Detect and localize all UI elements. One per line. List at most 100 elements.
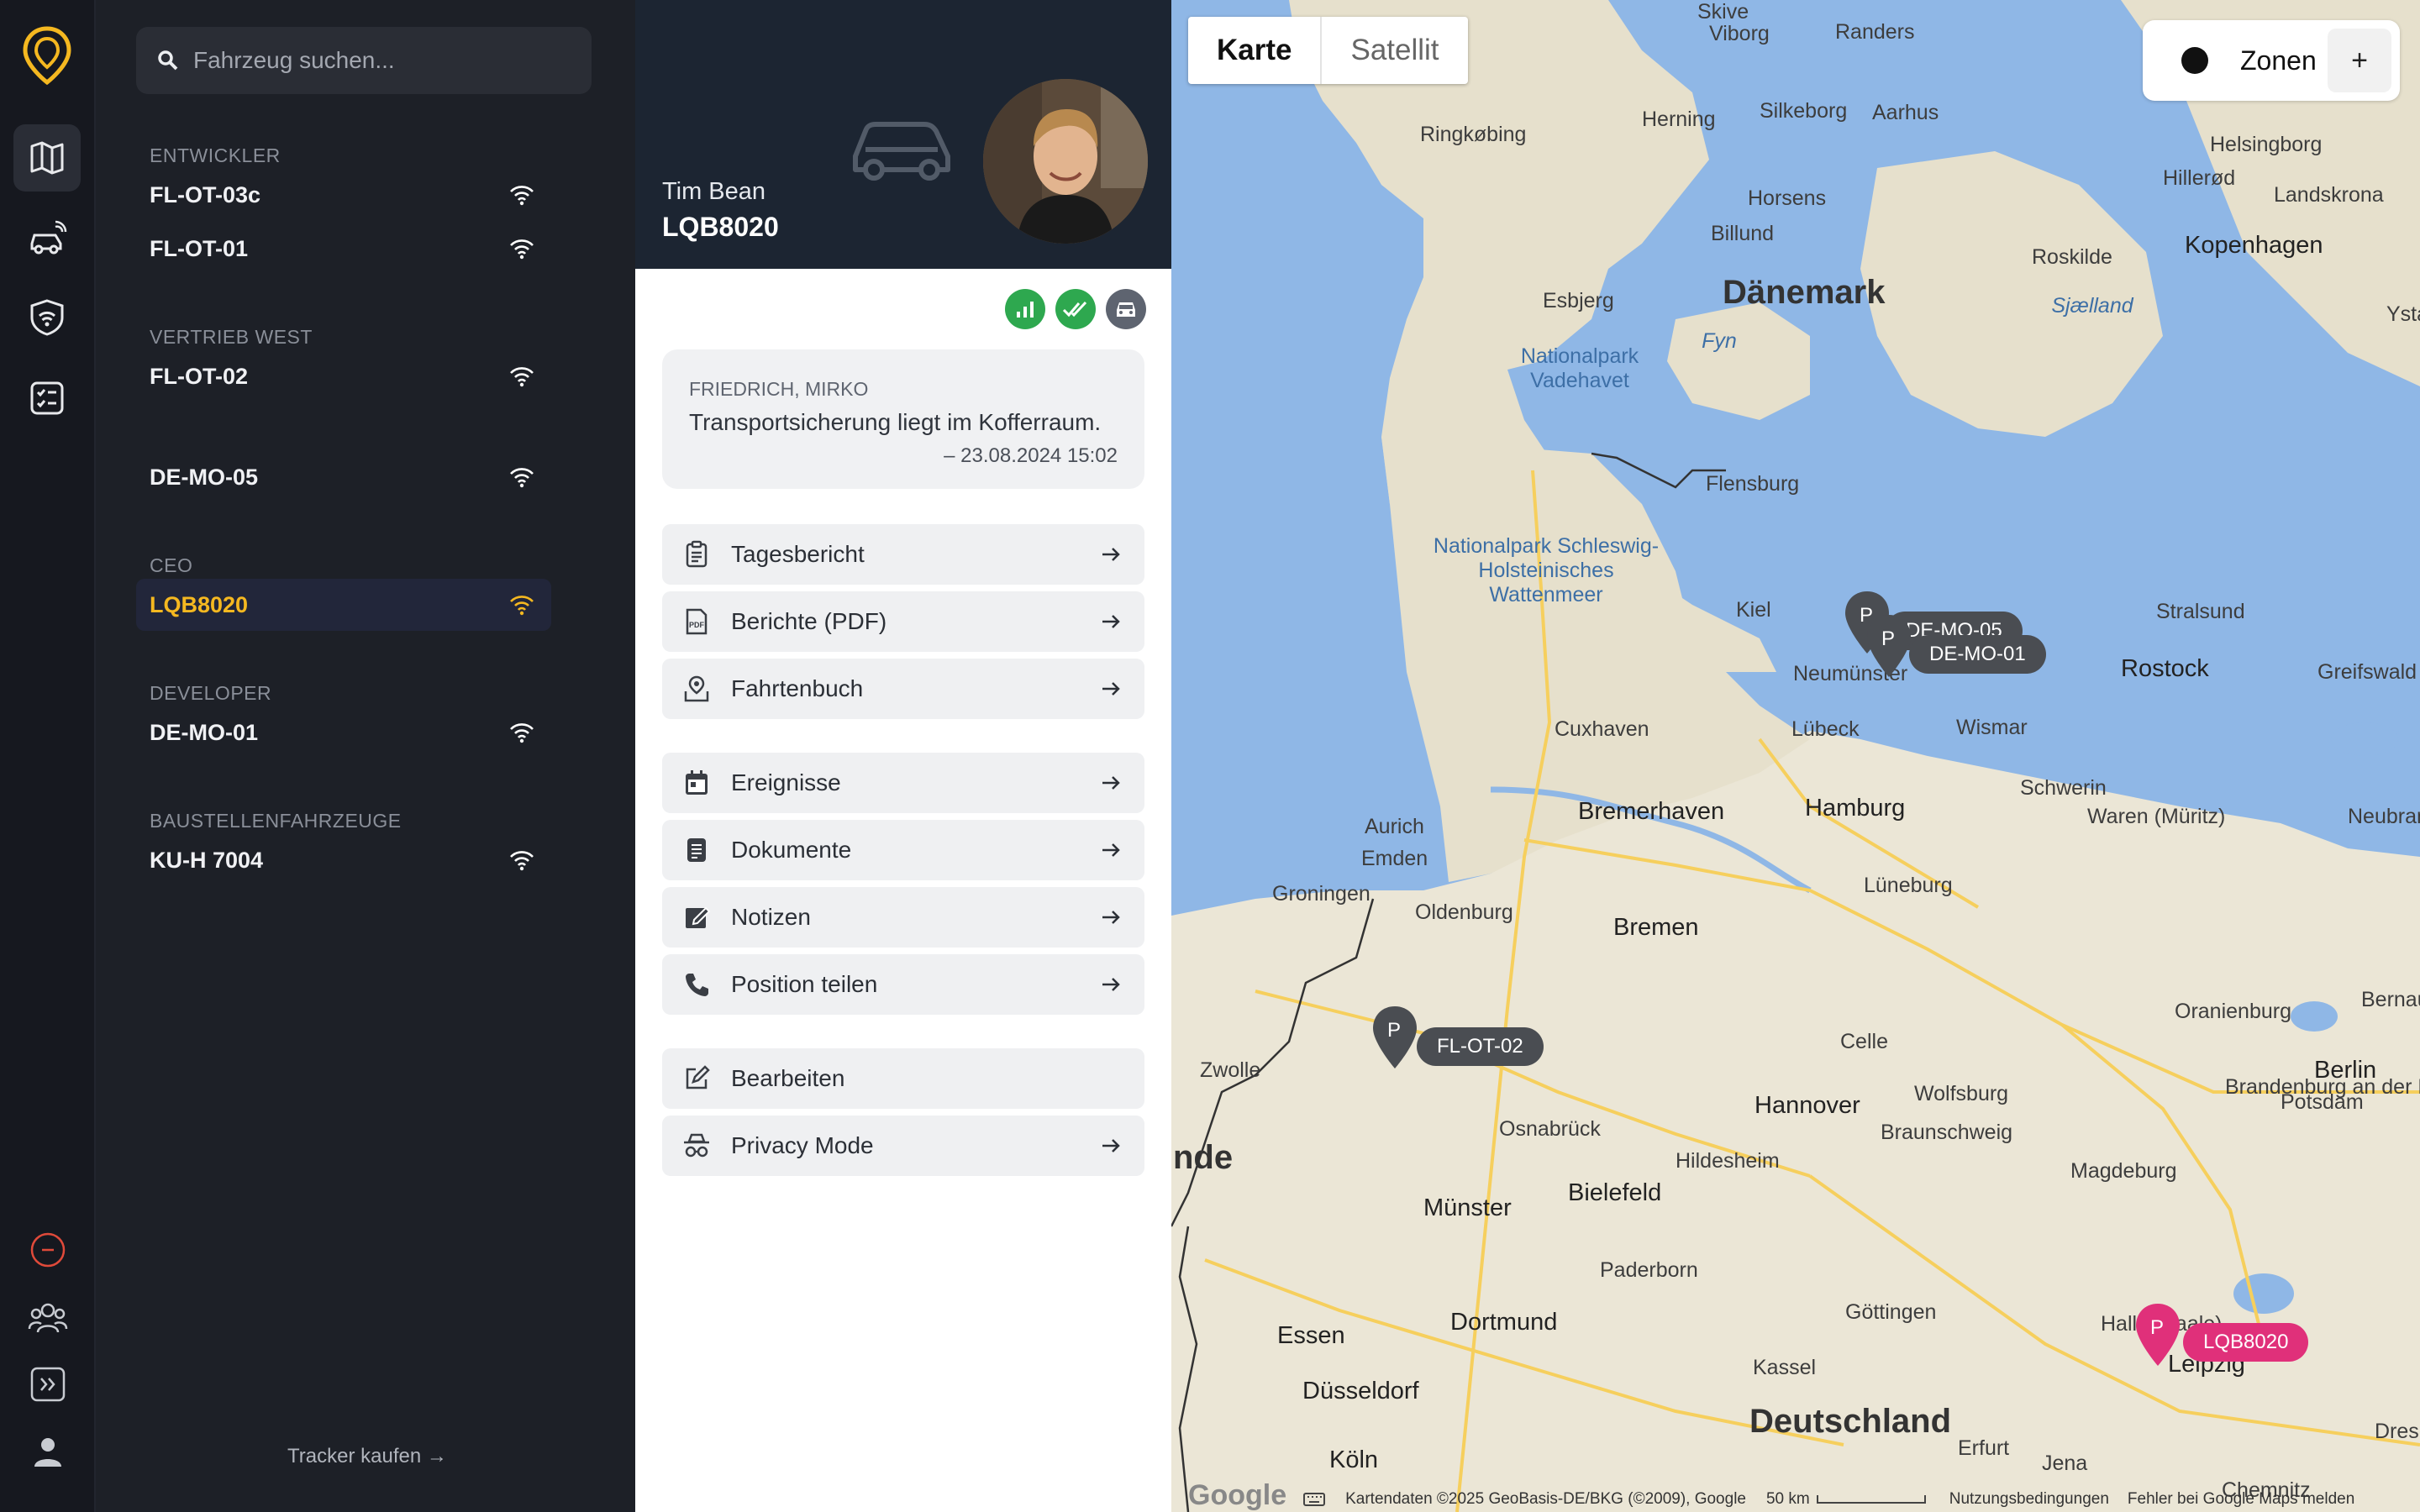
zones-label: Zonen [2240, 45, 2317, 76]
marker-label[interactable]: LQB8020 [2183, 1323, 2309, 1362]
marker-label[interactable]: FL-OT-02 [1417, 1027, 1544, 1066]
menu-label: Notizen [731, 904, 811, 930]
ignition-status[interactable] [1106, 289, 1146, 329]
group-label: BAUSTELLENFAHRZEUGE [150, 810, 402, 832]
menu-notizen[interactable]: Notizen [662, 887, 1144, 948]
city-label: Wismar [1956, 716, 2028, 739]
menu-berichte-pdf[interactable]: PDF Berichte (PDF) [662, 591, 1144, 652]
user-button[interactable] [0, 1433, 96, 1470]
clipboard-icon [686, 540, 708, 568]
nav-trackers-button[interactable] [13, 284, 81, 351]
city-label: Celle [1840, 1030, 1888, 1053]
sync-status[interactable] [1055, 289, 1096, 329]
wifi-icon [510, 186, 534, 206]
map-type-satellit[interactable]: Satellit [1322, 17, 1467, 84]
search-input[interactable] [193, 47, 563, 74]
marker-label[interactable]: DE-MO-01 [1909, 635, 2046, 674]
map-type-karte[interactable]: Karte [1188, 17, 1323, 84]
map-view[interactable]: Karte Satellit Zonen + Dänemark Deutschl… [1171, 0, 2420, 1512]
nav-vehicles-button[interactable] [13, 205, 81, 272]
city-label: Oldenburg [1415, 900, 1513, 924]
city-label: Düsseldorf [1302, 1378, 1419, 1404]
status-icons [1005, 289, 1146, 329]
city-label: Wolfsburg [1914, 1082, 2009, 1105]
city-label: Kassel [1753, 1356, 1817, 1379]
incognito-icon [684, 1133, 709, 1158]
map-icon [30, 141, 64, 175]
double-check-icon [1062, 301, 1087, 318]
arrow-right-icon [1102, 978, 1120, 991]
search-box[interactable] [136, 27, 592, 94]
map-pin-icon[interactable]: P [2133, 1302, 2183, 1368]
phone-icon [686, 974, 708, 996]
keyboard-icon[interactable] [1303, 1492, 1326, 1507]
menu-bearbeiten[interactable]: Bearbeiten [662, 1048, 1144, 1109]
water-label: Fyn [1702, 329, 1737, 353]
terms-link[interactable]: Nutzungsbedingungen [1949, 1490, 2109, 1509]
city-label: Horsens [1748, 186, 1827, 210]
city-label: Magdeburg [2070, 1159, 2177, 1183]
pin-letter: P [1881, 627, 1895, 650]
map-attribution: Google Kartendaten ©2025 GeoBasis-DE/BKG… [1171, 1479, 2420, 1512]
menu-label: Bearbeiten [731, 1065, 845, 1091]
vehicle-item-selected[interactable]: LQB8020 [136, 579, 551, 631]
nav-map-button[interactable] [13, 124, 81, 192]
city-label: Ringkøbing [1420, 123, 1527, 146]
search-icon [158, 50, 178, 71]
map-base [1171, 0, 2420, 1512]
menu-tagesbericht[interactable]: Tagesbericht [662, 524, 1144, 585]
note-timestamp: – 23.08.2024 15:02 [944, 444, 1118, 467]
city-label: Braunschweig [1881, 1121, 2013, 1144]
menu-label: Ereignisse [731, 769, 841, 795]
google-logo: Google [1188, 1478, 1287, 1511]
city-label: Paderborn [1600, 1258, 1698, 1282]
signal-status[interactable] [1005, 289, 1045, 329]
city-label: Bernau bei Berlin [2361, 988, 2420, 1011]
calendar-icon [686, 770, 708, 795]
city-label: Emden [1361, 847, 1428, 870]
zones-add-button[interactable]: + [2328, 29, 2391, 92]
city-label: Greifswald [2317, 660, 2417, 684]
vehicle-item[interactable]: KU-H 7004 [136, 834, 551, 886]
menu-fahrtenbuch[interactable]: Fahrtenbuch [662, 659, 1144, 719]
vehicle-name: LQB8020 [150, 591, 249, 617]
zones-toggle[interactable] [2181, 47, 2208, 74]
city-label: Jena [2042, 1452, 2088, 1475]
map-pin-icon[interactable]: P [1370, 1005, 1420, 1070]
svg-text:PDF: PDF [689, 621, 705, 629]
city-label: Flensburg [1706, 472, 1800, 496]
logo-icon[interactable] [20, 25, 74, 86]
city-label: Bielefeld [1568, 1179, 1662, 1206]
arrow-right-icon [1102, 911, 1120, 924]
menu-privacy-mode[interactable]: Privacy Mode [662, 1116, 1144, 1176]
city-label: Erfurt [1958, 1436, 2010, 1460]
menu-position-teilen[interactable]: Position teilen [662, 954, 1144, 1015]
city-label: Cuxhaven [1555, 717, 1649, 741]
vehicle-item[interactable]: FL-OT-01 [136, 223, 551, 275]
menu-dokumente[interactable]: Dokumente [662, 820, 1144, 880]
vehicle-item[interactable]: DE-MO-01 [136, 706, 551, 759]
city-label: Köln [1329, 1446, 1379, 1473]
menu-label: Tagesbericht [731, 541, 865, 567]
nav-tasks-button[interactable] [13, 365, 81, 432]
city-label: Hannover [1754, 1092, 1860, 1119]
pin-letter: P [2150, 1316, 2164, 1339]
report-error-link[interactable]: Fehler bei Google Maps melden [2128, 1490, 2354, 1509]
vehicle-item[interactable]: DE-MO-05 [136, 451, 551, 503]
city-label: Helsingborg [2210, 133, 2323, 156]
menu-label: Privacy Mode [731, 1132, 874, 1158]
buy-tracker-link[interactable]: Tracker kaufen → [287, 1445, 447, 1468]
car-front-icon [1117, 302, 1135, 317]
team-button[interactable] [0, 1299, 96, 1336]
note-edit-icon [686, 906, 711, 928]
menu-ereignisse[interactable]: Ereignisse [662, 753, 1144, 813]
vehicle-item[interactable]: FL-OT-02 [136, 350, 551, 402]
minus-button[interactable] [0, 1231, 96, 1268]
wifi-icon [510, 851, 534, 871]
map-pin-icon[interactable]: P [1864, 613, 1914, 679]
vehicle-item[interactable]: FL-OT-03c [136, 169, 551, 221]
expand-button[interactable] [0, 1366, 96, 1403]
driver-avatar [983, 79, 1148, 244]
water-label: Sjælland [2051, 294, 2133, 318]
latest-note-card[interactable]: FRIEDRICH, MIRKO Transportsicherung lieg… [662, 349, 1144, 489]
